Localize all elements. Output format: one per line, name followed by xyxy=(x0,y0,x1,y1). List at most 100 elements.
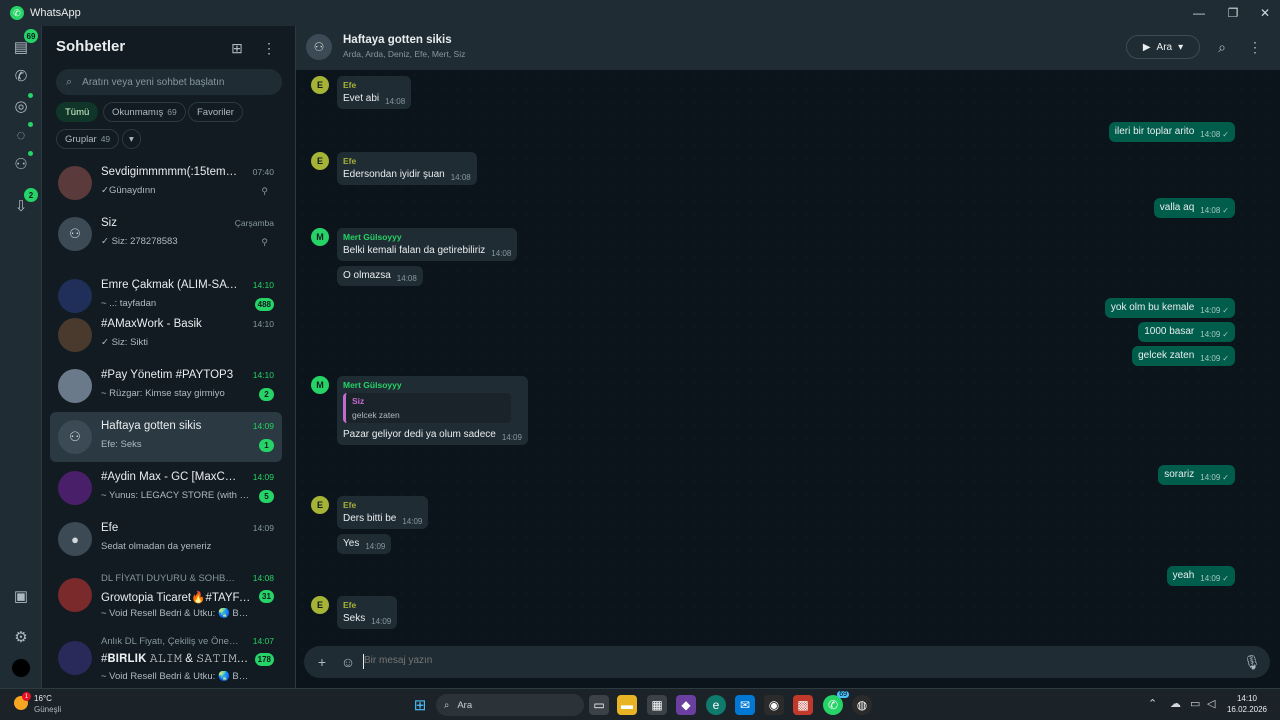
chat-list-item[interactable]: Sevdigimmmmm(:15temmuz 07:40 ✓Günaydınn … xyxy=(50,158,282,208)
file-explorer-icon[interactable]: ▬ xyxy=(617,695,637,715)
app-icon[interactable]: ◆ xyxy=(676,695,696,715)
chat-time: Çarşamba xyxy=(234,218,274,228)
emoji-sticker-icon[interactable]: ☺ xyxy=(338,652,358,672)
filter-groups[interactable]: Gruplar 49 xyxy=(56,129,120,149)
chat-name: Siz xyxy=(101,217,117,229)
task-view-icon[interactable]: ▭ xyxy=(589,695,609,715)
communities-icon[interactable]: ⚇ xyxy=(0,151,42,176)
message-bubble-outgoing[interactable]: ileri bir toplar arito 14:08 ✓ xyxy=(1108,122,1235,142)
chat-time: 14:09 xyxy=(252,523,274,533)
message-time: 14:09 xyxy=(501,433,522,442)
filter-more-dropdown[interactable]: ▾ xyxy=(122,129,141,149)
app-icon[interactable]: ▩ xyxy=(793,695,813,715)
display-icon[interactable]: ▭ xyxy=(1190,697,1200,710)
call-button[interactable]: ▶ Ara ▾ xyxy=(1126,35,1200,59)
message-bubble-outgoing[interactable]: gelcek zaten 14:09 ✓ xyxy=(1132,346,1235,366)
filter-unread[interactable]: Okunmamış 69 xyxy=(103,102,186,122)
status-icon[interactable]: ◎ xyxy=(0,93,42,118)
message-bubble-outgoing[interactable]: yeah 14:09 ✓ xyxy=(1166,566,1235,586)
conversation-header[interactable]: ⚇ Haftaya gotten sikis Arda, Arda, Deniz… xyxy=(296,26,1280,70)
filter-favorites[interactable]: Favoriler xyxy=(188,102,243,122)
message-bubble-incoming[interactable]: O olmazsa 14:08 xyxy=(337,266,423,286)
message-bubble-outgoing[interactable]: yok olm bu kemale 14:09 ✓ xyxy=(1104,298,1235,318)
channels-dot xyxy=(28,122,33,127)
mail-icon[interactable]: ✉ xyxy=(735,695,755,715)
chat-preview: Sedat olmadan da yeneriz xyxy=(101,541,212,552)
calls-icon[interactable]: ✆ xyxy=(0,64,42,88)
chat-list-item[interactable]: #AMaxWork - Basik 14:10 ✓ Siz: Sikti xyxy=(50,310,282,360)
attach-plus-icon[interactable]: + xyxy=(312,652,332,672)
chat-list-item[interactable]: #Pay Yönetim #PAYTOP3 14:10 ~ Rüzgar: Ki… xyxy=(50,361,282,411)
settings-icon[interactable]: ⚙ xyxy=(0,625,42,649)
quoted-message[interactable]: Siz gelcek zaten xyxy=(343,393,511,423)
chat-list-panel: Sohbetler ⊞ ⋮ ⌕ Aratın veya yeni sohbet … xyxy=(42,26,296,688)
chat-list-item[interactable]: Anlık DL Fiyatı, Çekiliş ve Önemli ... #… xyxy=(50,629,282,688)
message-bubble-incoming[interactable]: Efe Seks 14:09 xyxy=(337,596,398,629)
chat-time: 14:09 xyxy=(252,472,274,482)
chat-name: Sevdigimmmmm(:15temmuz xyxy=(101,166,241,178)
search-input[interactable]: ⌕ Aratın veya yeni sohbet başlatın xyxy=(56,69,282,95)
message-bubble-incoming[interactable]: Yes 14:09 xyxy=(337,534,392,554)
minimize-icon[interactable]: — xyxy=(1182,0,1216,26)
message-sender: Efe xyxy=(343,80,357,90)
sent-tick-icon: ✓ xyxy=(1222,306,1229,315)
filter-groups-label: Gruplar xyxy=(65,133,97,145)
chat-list-item[interactable]: ● Efe 14:09 Sedat olmadan da yeneriz xyxy=(50,514,282,564)
start-windows-icon[interactable]: ⊞ xyxy=(410,695,430,715)
message-text: Ders bitti be xyxy=(343,513,397,524)
chats-unread-badge: 69 xyxy=(24,29,38,43)
message-time: 14:09 xyxy=(1200,354,1221,363)
restore-icon[interactable]: ❐ xyxy=(1216,0,1250,26)
group-avatar-icon[interactable]: ⚇ xyxy=(306,34,332,60)
chats-icon[interactable]: ▤ 69 xyxy=(0,29,42,59)
message-bubble-incoming[interactable]: Mert Gülsoyyy Belki kemali falan da geti… xyxy=(337,228,518,261)
avatar xyxy=(58,279,92,313)
chat-preview: ~ Yunus: LEGACY STORE (with mail... xyxy=(101,490,251,501)
pin-icon: ⚲ xyxy=(261,237,268,247)
chevron-up-icon[interactable]: ⌃ xyxy=(1148,697,1157,710)
message-bubble-incoming[interactable]: Efe Edersondan iyidir şuan 14:08 xyxy=(337,152,477,185)
app-icon[interactable]: ◉ xyxy=(764,695,784,715)
window-title: WhatsApp xyxy=(30,7,81,19)
filter-unread-label: Okunmamış xyxy=(112,106,164,118)
system-clock[interactable]: 14:10 16.02.2026 xyxy=(1222,693,1272,715)
edge-browser-icon[interactable]: e xyxy=(706,695,726,715)
message-bubble-incoming[interactable]: Mert Gülsoyyy Siz gelcek zaten Pazar gel… xyxy=(337,376,528,445)
microphone-icon[interactable]: 🎙 xyxy=(1242,652,1262,672)
chat-preview: ~ Rüzgar: Kimse stay girmiyo xyxy=(101,388,225,399)
message-bubble-outgoing[interactable]: sorariz 14:09 ✓ xyxy=(1158,465,1235,485)
filter-groups-count: 49 xyxy=(100,134,111,144)
filter-all[interactable]: Tümü xyxy=(56,102,99,122)
chat-list-item[interactable]: ⚇ Siz Çarşamba ✓ Siz: 278278583 ⚲ xyxy=(50,209,282,259)
chat-list-item[interactable]: DL FİYATI DUYURU & SOHBET & Ç... Growtop… xyxy=(50,566,282,626)
taskbar-search[interactable]: ⌕ Ara xyxy=(436,694,584,716)
taskbar-search-label: Ara xyxy=(457,699,473,711)
message-bubble-outgoing[interactable]: valla aq 14:08 ✓ xyxy=(1153,198,1235,218)
menu-kebab-icon[interactable]: ⋮ xyxy=(1245,37,1265,57)
archive-icon[interactable]: ⇩ 2 xyxy=(0,188,42,218)
close-icon[interactable]: ✕ xyxy=(1248,0,1280,26)
message-bubble-incoming[interactable]: Efe Ders bitti be 14:09 xyxy=(337,496,429,529)
store-icon[interactable]: ▦ xyxy=(647,695,667,715)
chat-list-item[interactable]: #Aydin Max - GC [MaxCoin81] 14:09 ~ Yunu… xyxy=(50,463,282,513)
chat-name: Growtopia Ticaret🔥#TAYFA [... xyxy=(101,592,251,604)
volume-icon[interactable]: ◁ xyxy=(1207,697,1215,710)
channels-icon[interactable]: ◌ xyxy=(0,122,42,147)
new-chat-icon[interactable]: ⊞ xyxy=(227,38,247,58)
search-icon[interactable]: ⌕ xyxy=(1212,37,1232,57)
chat-list-item-selected[interactable]: ⚇ Haftaya gotten sikis 14:09 Efe: Seks 1 xyxy=(50,412,282,462)
sent-tick-icon: ✓ xyxy=(1222,130,1229,139)
sender-avatar: E xyxy=(311,496,329,514)
profile-avatar[interactable] xyxy=(0,656,42,680)
menu-kebab-icon[interactable]: ⋮ xyxy=(259,38,279,58)
weather-condition: Güneşli xyxy=(34,705,62,714)
chat-preview: ✓ Siz: Sikti xyxy=(101,337,149,348)
message-bubble-outgoing[interactable]: 1000 basar 14:09 ✓ xyxy=(1138,322,1235,342)
message-time: 14:08 xyxy=(1200,206,1221,215)
cloud-icon[interactable]: ☁ xyxy=(1170,697,1181,710)
media-icon[interactable]: ▣ xyxy=(0,584,42,608)
message-bubble-incoming[interactable]: Efe Evet abi 14:08 xyxy=(337,76,412,109)
whatsapp-taskbar-icon[interactable]: ✆ 69 xyxy=(823,691,849,715)
message-input[interactable] xyxy=(364,655,1164,666)
app-icon[interactable]: ◍ xyxy=(852,695,872,715)
